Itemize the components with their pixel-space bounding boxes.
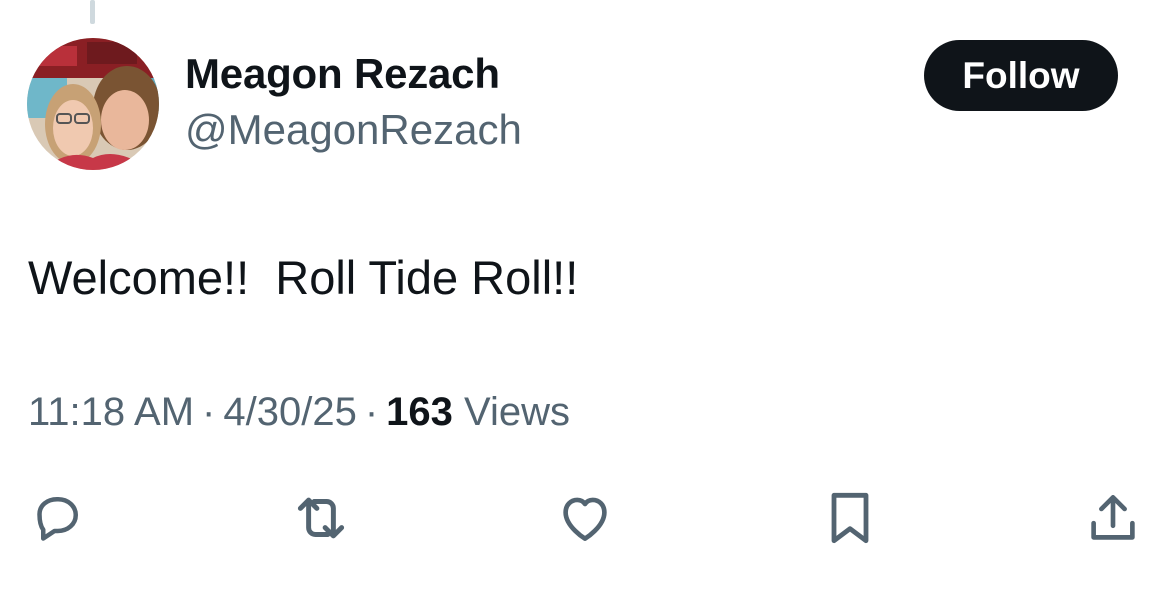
share-button[interactable] bbox=[1080, 485, 1146, 551]
author-name[interactable]: Meagon Rezach bbox=[185, 50, 500, 98]
views-count: 163 bbox=[386, 390, 453, 434]
tweet-date[interactable]: 4/30/25 bbox=[223, 390, 356, 434]
repost-button[interactable] bbox=[288, 485, 354, 551]
heart-icon bbox=[563, 497, 607, 541]
meta-separator: · bbox=[364, 390, 379, 434]
avatar[interactable] bbox=[27, 38, 159, 170]
views-label: Views bbox=[464, 390, 571, 434]
share-icon bbox=[1091, 495, 1135, 540]
avatar-photo bbox=[27, 38, 159, 170]
reply-button[interactable] bbox=[24, 485, 90, 551]
thread-line bbox=[90, 0, 95, 24]
tweet-meta: 11:18 AM · 4/30/25 · 163 Views bbox=[28, 390, 570, 435]
reply-icon bbox=[37, 497, 78, 541]
action-bar bbox=[0, 485, 1170, 551]
meta-separator: · bbox=[202, 390, 216, 434]
repost-icon bbox=[297, 497, 345, 539]
bookmark-button[interactable] bbox=[817, 485, 883, 551]
author-handle[interactable]: @MeagonRezach bbox=[185, 106, 522, 154]
tweet-text: Welcome!! Roll Tide Roll!! bbox=[28, 251, 579, 304]
bookmark-icon bbox=[831, 492, 869, 544]
follow-button[interactable]: Follow bbox=[924, 40, 1118, 111]
tweet-time[interactable]: 11:18 AM bbox=[28, 390, 194, 434]
like-button[interactable] bbox=[552, 485, 618, 551]
